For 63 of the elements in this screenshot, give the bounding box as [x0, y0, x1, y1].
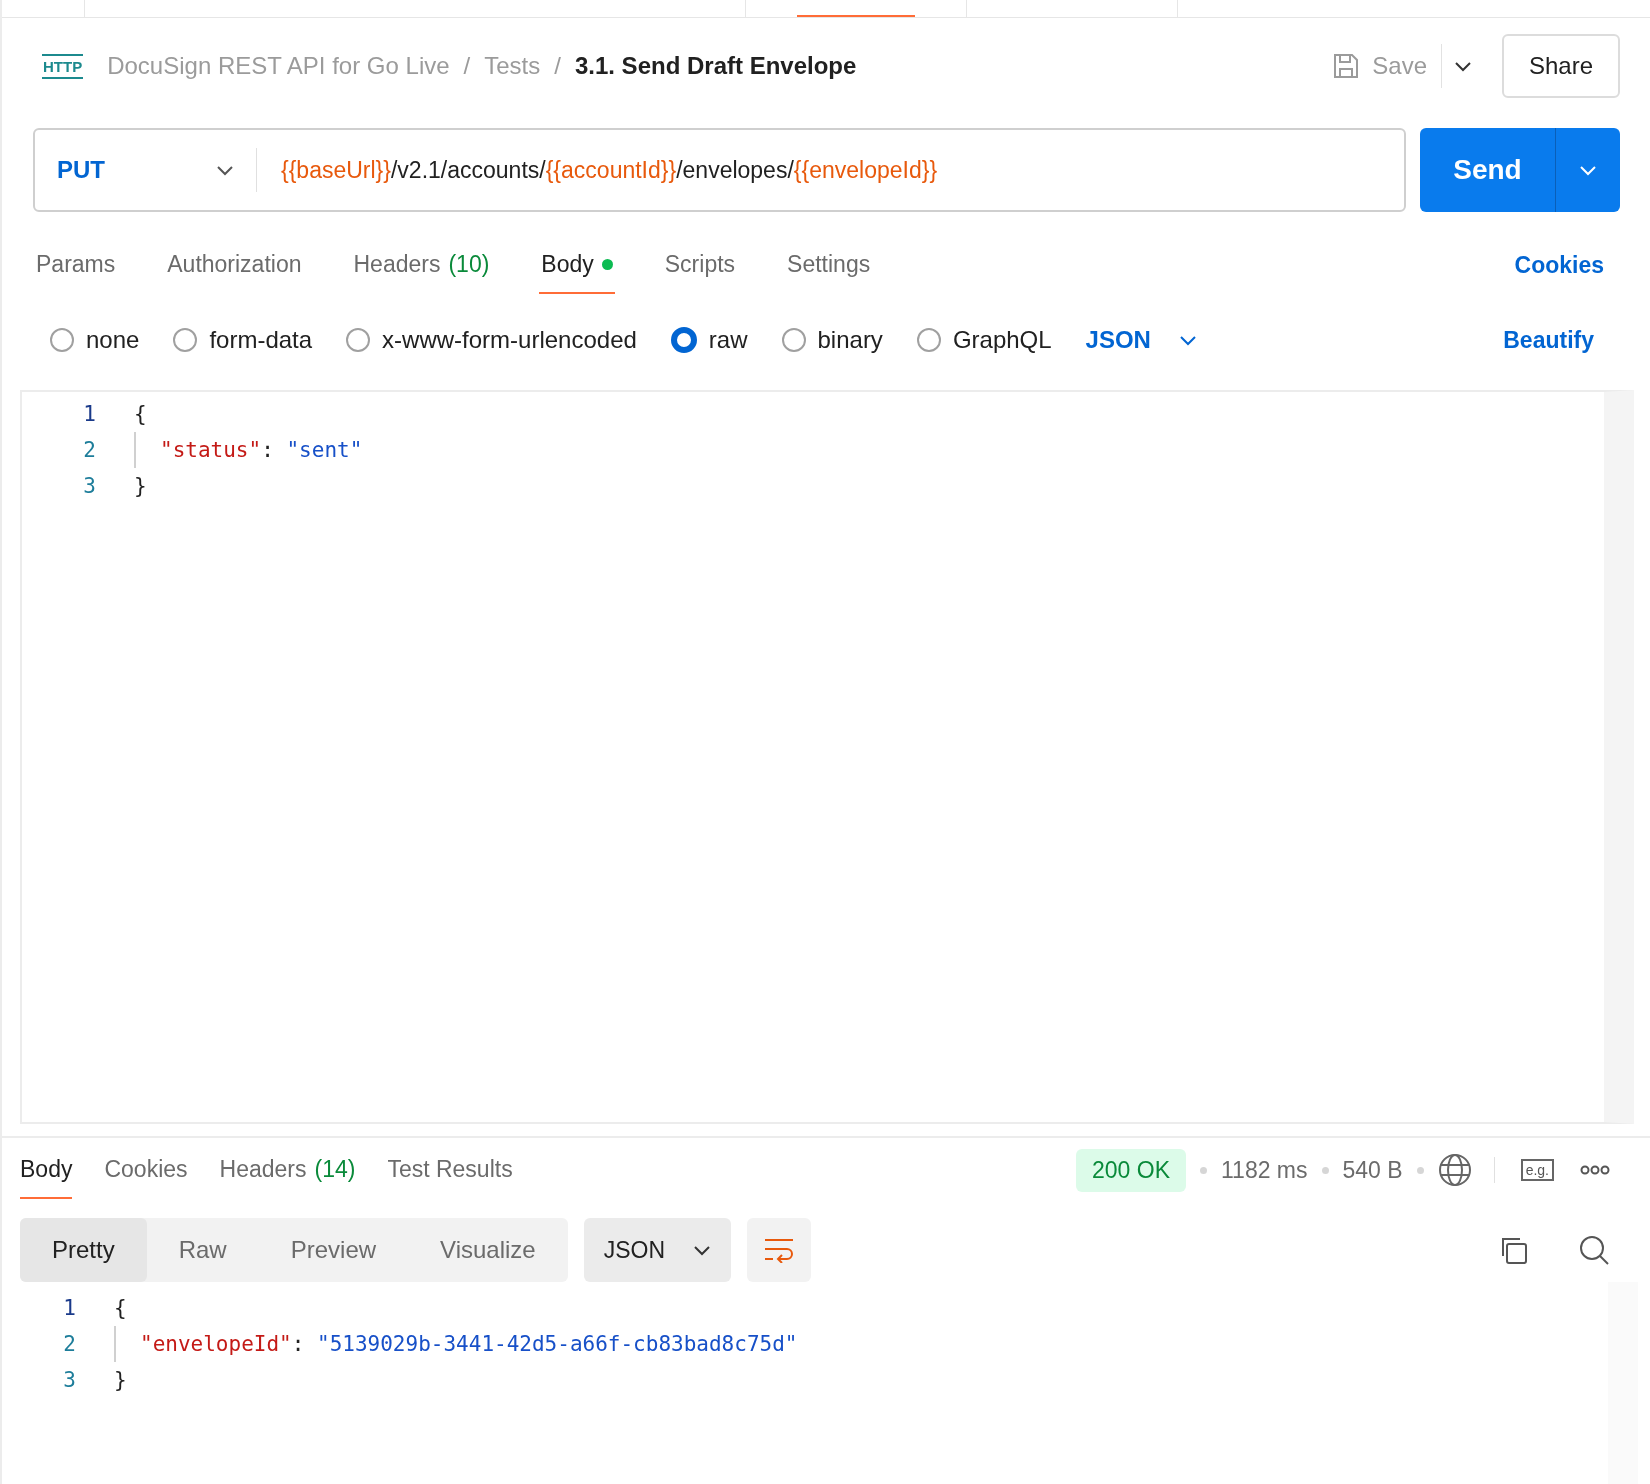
code-line: { [134, 401, 147, 428]
breadcrumb-item: 3.1. Send Draft Envelope [574, 52, 857, 80]
body-format-dropdown[interactable]: JSON [1085, 326, 1197, 354]
response-size: 540 B [1342, 1156, 1403, 1184]
code-line: } [134, 473, 147, 500]
caret-icon [1454, 60, 1472, 72]
request-tab[interactable]: Authorization [165, 236, 304, 294]
separator-dot [1200, 1166, 1207, 1174]
view-mode-tab[interactable]: Preview [258, 1218, 409, 1282]
cookies-link[interactable]: Cookies [1508, 250, 1610, 280]
line-number: 2 [82, 438, 96, 462]
view-mode-tab[interactable]: Pretty [20, 1218, 147, 1282]
response-tab[interactable]: Cookies [104, 1141, 188, 1199]
response-tab[interactable]: Body [20, 1141, 73, 1199]
share-button[interactable]: Share [1502, 34, 1620, 98]
method-dropdown[interactable]: PUT [35, 148, 257, 192]
request-tab[interactable]: Settings [785, 236, 873, 294]
caret-icon [216, 164, 234, 176]
save-button[interactable]: Save [1318, 44, 1442, 88]
body-type-radio[interactable]: GraphQL [916, 326, 1052, 354]
code-line: "status": "sent" [134, 432, 363, 468]
request-body-editor[interactable]: 1 { 2 "status": "sent" 3 } [20, 390, 1634, 1124]
response-time: 1182 ms [1221, 1156, 1308, 1184]
request-tab[interactable]: Headers (10) [351, 236, 492, 294]
code-line: "envelopeId": "5139029b-3441-42d5-a66f-cb83bad8c75d" [114, 1326, 798, 1362]
breadcrumb-item[interactable]: DocuSign REST API for Go Live [107, 52, 450, 80]
response-format-dropdown[interactable]: JSON [583, 1218, 732, 1282]
separator-dot [1321, 1166, 1329, 1174]
body-type-radio[interactable]: binary [781, 326, 883, 354]
more-icon[interactable] [1580, 1165, 1610, 1175]
response-tab[interactable]: Test Results [387, 1141, 513, 1199]
url-field[interactable]: {{baseUrl}}/v2.1/accounts/{{accountId}}/envelopes/{{envelopeId}} [257, 156, 938, 184]
view-mode-tab[interactable]: Raw [146, 1218, 259, 1282]
wrap-lines-button[interactable] [747, 1218, 812, 1282]
line-number: 3 [62, 1368, 76, 1392]
separator-dot [1416, 1166, 1424, 1174]
globe-icon[interactable] [1437, 1153, 1472, 1187]
code-line: { [114, 1295, 127, 1322]
body-type-radio[interactable]: x-www-form-urlencoded [346, 326, 637, 354]
breadcrumb-item[interactable]: Tests [484, 52, 541, 80]
line-number: 2 [62, 1332, 76, 1356]
line-number: 1 [62, 1296, 76, 1320]
code-line: } [114, 1367, 127, 1394]
caret-icon [1178, 334, 1197, 346]
request-tab[interactable]: Params [34, 236, 118, 294]
examples-icon[interactable]: e.g. [1520, 1159, 1554, 1181]
search-icon[interactable] [1578, 1234, 1610, 1266]
body-type-radio[interactable]: form-data [173, 326, 313, 354]
status-badge: 200 OK [1076, 1148, 1186, 1192]
view-mode-tab[interactable]: Visualize [408, 1218, 568, 1282]
breadcrumb-separator: / [554, 52, 561, 80]
response-tab[interactable]: Headers (14) [219, 1141, 356, 1199]
request-tab[interactable]: Body [539, 236, 615, 294]
request-tab[interactable]: Scripts [662, 236, 738, 294]
body-type-radio[interactable]: none [50, 326, 140, 354]
line-number: 1 [82, 402, 96, 426]
caret-icon [693, 1244, 712, 1256]
caret-icon [1579, 164, 1597, 176]
body-type-radio[interactable]: raw [670, 326, 748, 354]
wrap-icon [763, 1237, 796, 1263]
line-number: 3 [82, 474, 96, 498]
beautify-link[interactable]: Beautify [1497, 325, 1600, 355]
breadcrumb-separator: / [463, 52, 471, 80]
